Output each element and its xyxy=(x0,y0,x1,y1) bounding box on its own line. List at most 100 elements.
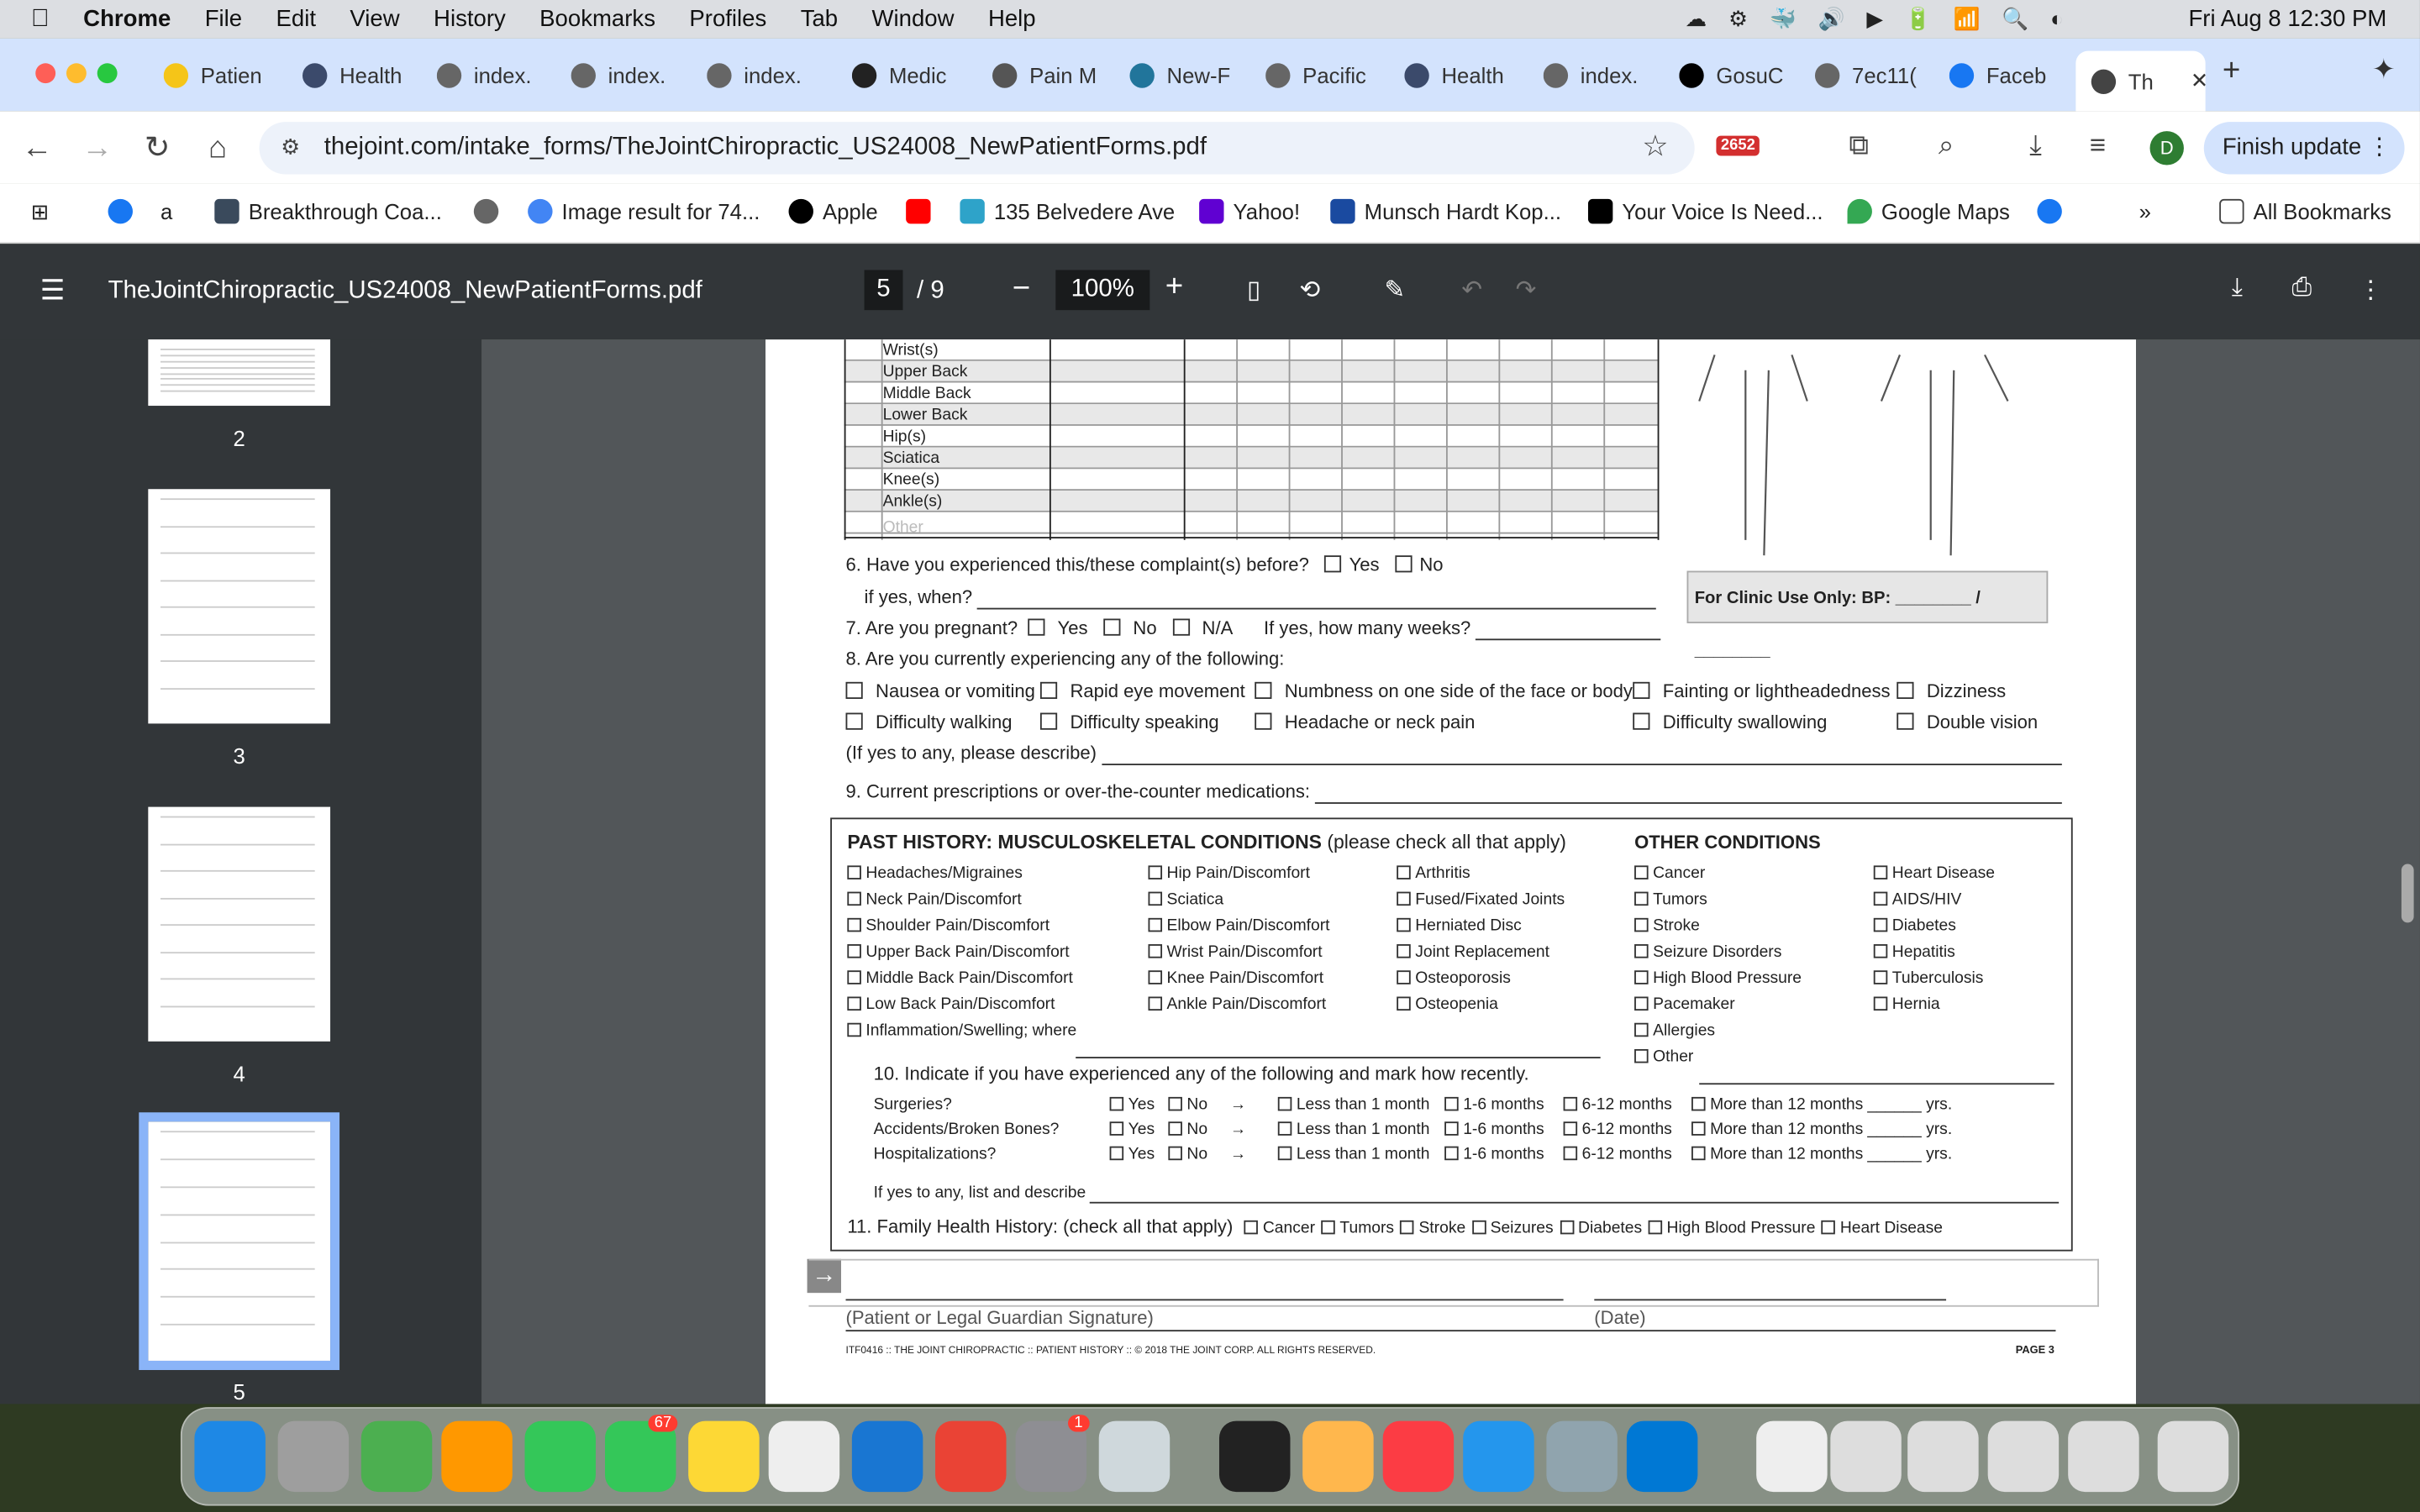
family-history-option[interactable]: Stroke xyxy=(1400,1219,1465,1237)
tab-2[interactable]: index. xyxy=(436,51,560,101)
checkbox[interactable] xyxy=(1148,970,1163,984)
checkbox[interactable] xyxy=(1633,712,1650,730)
history-option[interactable]: Osteoporosis xyxy=(1397,969,1511,987)
checkbox[interactable] xyxy=(1634,944,1649,958)
history-option[interactable]: Sciatica xyxy=(1148,890,1223,909)
extensions-icon[interactable]: ⧉ xyxy=(1849,129,1869,162)
photos-icon[interactable] xyxy=(441,1420,513,1493)
terminal-icon[interactable] xyxy=(1218,1420,1291,1493)
checkbox[interactable] xyxy=(847,891,861,906)
apps-icon[interactable]: ⊞ xyxy=(31,199,50,225)
history-option[interactable]: Shoulder Pain/Discomfort xyxy=(847,916,1050,935)
checkbox[interactable] xyxy=(847,944,861,958)
menu-help[interactable]: Help xyxy=(988,6,1036,32)
checkbox[interactable] xyxy=(1397,865,1411,879)
launchpad-icon[interactable] xyxy=(277,1420,350,1493)
viewer-scrollbar[interactable] xyxy=(2401,864,2414,923)
page-number-input[interactable]: 5 xyxy=(864,270,903,311)
checkbox[interactable] xyxy=(1397,891,1411,906)
checkbox[interactable] xyxy=(1633,681,1650,700)
history-option[interactable]: Pacemaker xyxy=(1634,995,1735,1014)
checkbox[interactable] xyxy=(1634,865,1649,879)
q10-option[interactable]: More than 12 months xyxy=(1691,1145,1863,1163)
url-text[interactable]: thejoint.com/intake_forms/TheJointChirop… xyxy=(324,134,1207,162)
site-info-icon[interactable]: ⚙ xyxy=(281,134,300,160)
notes-icon[interactable] xyxy=(688,1420,760,1493)
rotate-icon[interactable]: ⟲ xyxy=(1300,275,1321,306)
checkbox[interactable] xyxy=(1397,970,1411,984)
history-option[interactable]: Joint Replacement xyxy=(1397,942,1549,961)
redo-icon[interactable]: ↷ xyxy=(1516,275,1537,306)
checkbox[interactable] xyxy=(1148,944,1163,958)
amazon-bookmark-icon[interactable]: a xyxy=(160,199,172,223)
tab-4[interactable]: index. xyxy=(707,51,830,101)
history-option[interactable]: Inflammation/Swelling; where xyxy=(847,1021,1076,1040)
checkbox[interactable] xyxy=(847,865,861,879)
all-bookmarks[interactable]: All Bookmarks xyxy=(2219,198,2391,224)
checkbox[interactable] xyxy=(1109,1121,1124,1136)
checkbox[interactable] xyxy=(1634,1022,1649,1037)
maps-icon[interactable] xyxy=(360,1420,433,1493)
history-option[interactable]: Stroke xyxy=(1634,916,1700,935)
checkbox[interactable] xyxy=(1563,1096,1578,1111)
tab-8[interactable]: Pacific xyxy=(1265,51,1389,101)
checkbox[interactable] xyxy=(1648,1220,1663,1235)
q10-option[interactable]: Less than 1 month xyxy=(1277,1095,1430,1114)
zoom-in-button[interactable]: + xyxy=(1165,270,1183,305)
tab-10[interactable]: index. xyxy=(1543,51,1667,101)
tab-9[interactable]: Health xyxy=(1404,51,1528,101)
app-menu[interactable]: Chrome xyxy=(83,6,171,32)
bookmark-star-icon[interactable]: ☆ xyxy=(1642,129,1668,165)
tab-6[interactable]: Pain M xyxy=(992,51,1116,101)
thumbnail-page-2[interactable] xyxy=(148,339,331,407)
checkbox[interactable] xyxy=(847,917,861,932)
history-option[interactable]: Elbow Pain/Discomfort xyxy=(1148,916,1330,935)
menu-bookmarks[interactable]: Bookmarks xyxy=(539,6,655,32)
history-option[interactable]: Other xyxy=(1634,1047,1693,1066)
q10-describe-field[interactable] xyxy=(1090,1184,2060,1204)
history-option[interactable]: Ankle Pain/Discomfort xyxy=(1148,995,1326,1014)
q8-option[interactable]: Difficulty walking xyxy=(845,711,1013,732)
family-history-option[interactable]: Heart Disease xyxy=(1821,1219,1943,1237)
family-history-option[interactable]: Diabetes xyxy=(1559,1219,1642,1237)
q7-weeks-field[interactable] xyxy=(1476,617,1661,641)
checkbox[interactable] xyxy=(1039,681,1058,700)
thumbnail-page-3[interactable] xyxy=(148,489,331,724)
checkbox[interactable] xyxy=(1168,1146,1182,1161)
checkbox[interactable] xyxy=(1255,712,1272,730)
q10-option[interactable]: Less than 1 month xyxy=(1277,1145,1430,1163)
facebook-bookmark-icon[interactable] xyxy=(2037,198,2070,224)
history-option[interactable]: Allergies xyxy=(1634,1021,1715,1040)
checkbox[interactable] xyxy=(1148,891,1163,906)
checkbox[interactable] xyxy=(1634,1048,1649,1063)
history-option[interactable]: Knee Pain/Discomfort xyxy=(1148,969,1323,987)
q7-yes-checkbox[interactable] xyxy=(1028,618,1045,636)
tab-7[interactable]: New-F xyxy=(1129,51,1253,101)
q8-option[interactable]: Fainting or lightheadedness xyxy=(1633,680,1891,702)
q10-option[interactable]: 1-6 months xyxy=(1444,1095,1544,1114)
checkbox[interactable] xyxy=(1563,1146,1578,1161)
download-pdf-icon[interactable]: ⤓ xyxy=(2232,275,2243,302)
q8-option[interactable]: Dizziness xyxy=(1897,680,2006,702)
bookmark-apple[interactable]: Apple xyxy=(788,198,878,224)
annotate-icon[interactable]: ✎ xyxy=(1385,275,1406,306)
tab-3[interactable]: index. xyxy=(571,51,695,101)
yrs-field[interactable]: ______ yrs. xyxy=(1867,1120,1952,1138)
new-tab-button[interactable]: + xyxy=(2223,54,2240,89)
history-option[interactable]: Seizure Disorders xyxy=(1634,942,1781,961)
q10-option[interactable]: Less than 1 month xyxy=(1277,1120,1430,1138)
checkbox[interactable] xyxy=(1873,996,1888,1011)
globe-bookmark-icon[interactable] xyxy=(473,198,508,224)
close-tab-icon[interactable]: ✕ xyxy=(2191,68,2206,94)
document-icon[interactable] xyxy=(1830,1420,1902,1493)
checkbox[interactable] xyxy=(1691,1096,1706,1111)
checkbox[interactable] xyxy=(1873,865,1888,879)
history-option[interactable]: Low Back Pain/Discomfort xyxy=(847,995,1055,1014)
q10-option[interactable]: 6-12 months xyxy=(1563,1120,1672,1138)
more-options-icon[interactable]: ⋮ xyxy=(2358,275,2382,306)
menu-icon[interactable]: ☰ xyxy=(40,275,66,307)
checkbox[interactable] xyxy=(1168,1096,1182,1111)
preview-icon[interactable] xyxy=(1546,1420,1618,1493)
q8-option[interactable]: Difficulty speaking xyxy=(1039,711,1219,732)
checkbox[interactable] xyxy=(1397,944,1411,958)
